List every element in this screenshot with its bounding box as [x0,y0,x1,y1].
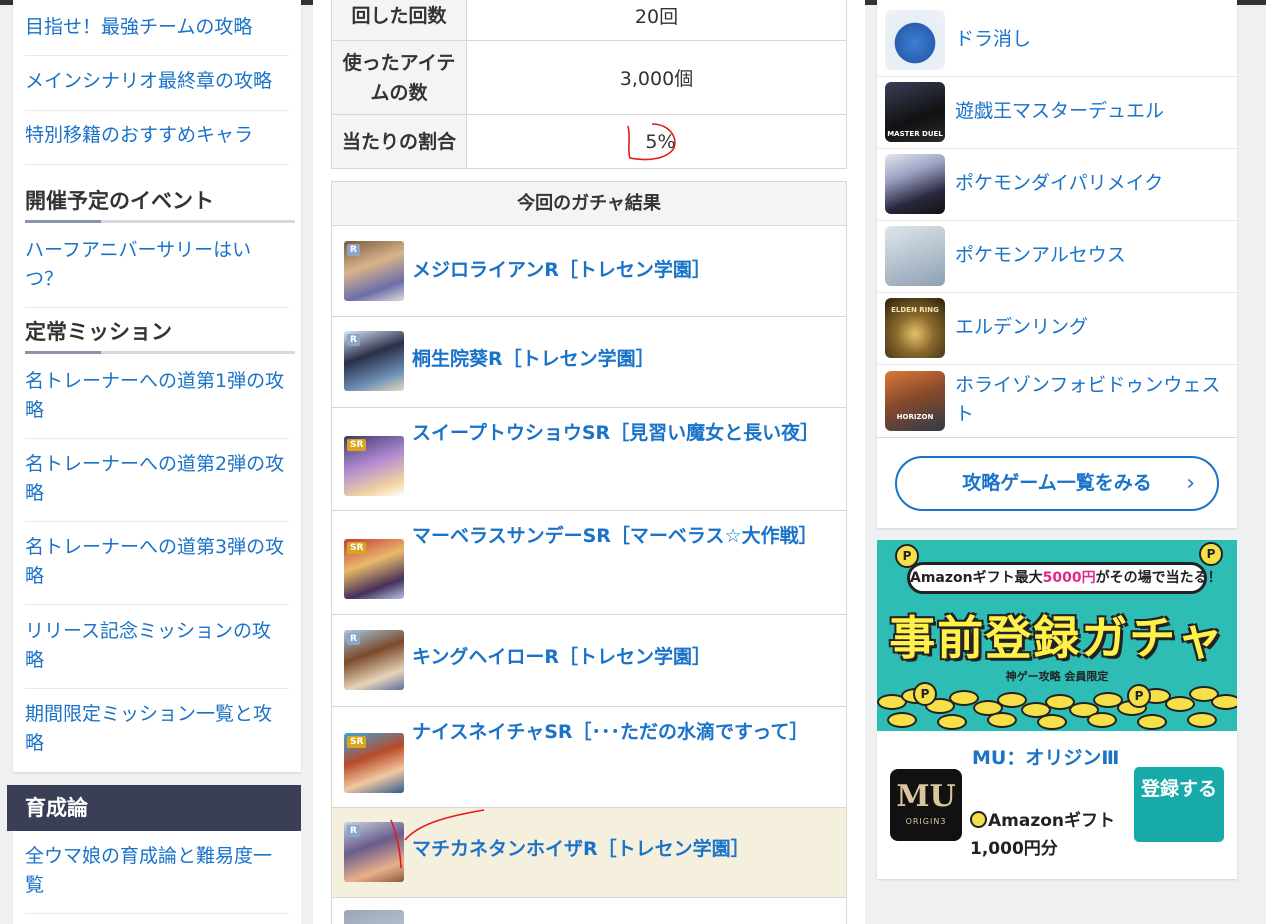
heading-underline [25,220,295,223]
events-heading-text: 開催予定のイベント [25,189,214,213]
stats-row: 回した回数 20回 [331,0,847,41]
section-title-bar: 育成論 [7,785,301,831]
gacha-result-row: SR ナイスネイチャSR［･･･ただの水滴ですって］ [332,707,846,808]
card-name-link[interactable]: 桐生院葵R［トレセン学園］ [412,344,822,374]
stats-label: 回した回数 [331,0,467,41]
sidebar-link[interactable]: 名トレーナーへの道第2弾の攻略 [25,450,289,522]
dialga-icon [885,154,945,214]
gacha-results-table: 今回のガチャ結果 R メジロライアンR［トレセン学園］ R 桐生院葵R［トレセン… [331,181,847,924]
stats-label: 使ったアイテムの数 [331,40,467,115]
gacha-result-row: R キングヘイローR［トレセン学園］ [332,615,846,707]
coin-icon [970,811,987,828]
coin-icon: P [895,544,919,568]
events-heading: 開催予定のイベント [25,186,295,223]
game-title-link[interactable]: ホライゾンフォビドゥンウェスト [955,371,1230,429]
game-title-link[interactable]: MU：オリジンⅢ [972,744,1132,773]
gacha-result-row: R 桐生院葵R［トレセン学園］ [332,317,846,408]
card-thumbnail: SR [344,436,404,496]
heading-underline [25,351,295,354]
card-thumbnail: R [344,630,404,690]
pre-registration-banner[interactable]: Amazonギフト最大5000円がその場で当たる！ 事前登録ガチャ 神ゲー攻略 … [877,540,1237,731]
gacha-result-row [332,898,846,924]
game-list-item[interactable]: MASTER DUEL 遊戯王マスターデュエル [877,77,1237,149]
gacha-result-row-highlighted: R マチカネタンホイザR［トレセン学園］ [332,808,846,898]
left-sidebar-section: 全ウマ娘の育成論と難易度一覧 [13,831,301,924]
banner-title: 事前登録ガチャ [889,611,1225,665]
stats-value: 5% [466,114,847,169]
card-name-link[interactable]: マーベラスサンデーSR［マーベラス☆大作戦］ [412,521,822,551]
game-list-item[interactable]: ドラ消し [877,5,1237,77]
stats-value: 20回 [466,0,847,41]
missions-heading-text: 定常ミッション [25,320,172,344]
game-title-link[interactable]: ドラ消し [955,25,1230,54]
sidebar-link[interactable]: 全ウマ娘の育成論と難易度一覧 [25,842,289,914]
stats-value: 3,000個 [466,40,847,115]
coin-pile-icon: P P [877,680,1237,731]
gacha-result-row: SR スイープトウショウSR［見習い魔女と長い夜］ [332,408,846,511]
sidebar-link[interactable]: 期間限定ミッション一覧と攻略 [25,700,289,762]
left-sidebar: 目指せ！最強チームの攻略 メインシナリオ最終章の攻略 特別移籍のおすすめキャラ … [13,0,301,772]
game-list-item[interactable]: ポケモンアルセウス [877,221,1237,293]
gacha-results-header: 今回のガチャ結果 [332,182,846,226]
sidebar-link[interactable]: 目指せ！最強チームの攻略 [25,13,289,56]
more-games-button[interactable]: 攻略ゲーム一覧をみる › [895,456,1219,511]
missions-heading: 定常ミッション [25,317,295,354]
stats-label: 当たりの割合 [331,114,467,169]
sidebar-link[interactable]: 名トレーナーへの道第3弾の攻略 [25,533,289,605]
chevron-right-icon: › [1186,471,1195,496]
banner-strip: Amazonギフト最大5000円がその場で当たる！ [907,562,1222,594]
more-games-label: 攻略ゲーム一覧をみる [962,472,1152,494]
game-title-link[interactable]: ポケモンダイパリメイク [955,169,1230,198]
game-title-link[interactable]: エルデンリング [955,313,1230,342]
gacha-result-row: R メジロライアンR［トレセン学園］ [332,227,846,317]
sidebar-link[interactable]: 特別移籍のおすすめキャラ [25,121,289,165]
game-list-item[interactable]: HORIZON ホライゾンフォビドゥンウェスト [877,365,1237,438]
sidebar-link[interactable]: 名トレーナーへの道第1弾の攻略 [25,367,289,439]
coin-icon: P [1199,542,1223,566]
sidebar-link[interactable]: メインシナリオ最終章の攻略 [25,67,289,111]
game-list-item[interactable]: ELDEN RING エルデンリング [877,293,1237,365]
gift-text: Amazonギフト1,000円分 [970,811,1116,859]
card-thumbnail: SR [344,733,404,793]
card-thumbnail [344,910,404,924]
master-duel-icon: MASTER DUEL [885,82,945,142]
sidebar-link[interactable]: ハーフアニバーサリーはいつ？ [25,236,289,308]
gacha-stats-table: 回した回数 20回 使ったアイテムの数 3,000個 当たりの割合 5% [331,0,847,169]
game-list-card: ドラ消し MASTER DUEL 遊戯王マスターデュエル ポケモンダイパリメイク… [877,0,1237,528]
card-thumbnail: R [344,241,404,301]
card-name-link[interactable]: キングヘイローR［トレセン学園］ [412,642,822,672]
sidebar-link[interactable]: リリース記念ミッションの攻略 [25,617,289,689]
pre-registration-card: MU ORIGIN3 MU：オリジンⅢ Amazonギフト1,000円分 登録す… [877,731,1237,879]
card-name-link[interactable]: スイープトウショウSR［見習い魔女と長い夜］ [412,418,822,448]
arceus-icon [885,226,945,286]
register-button[interactable]: 登録する [1134,767,1224,842]
gacha-result-row: SR マーベラスサンデーSR［マーベラス☆大作戦］ [332,511,846,615]
elden-ring-icon: ELDEN RING [885,298,945,358]
card-thumbnail: R [344,822,404,882]
game-title-link[interactable]: ポケモンアルセウス [955,241,1230,270]
card-name-link[interactable]: マチカネタンホイザR［トレセン学園］ [412,834,822,864]
mu-origin-icon: MU ORIGIN3 [890,769,962,841]
horizon-icon: HORIZON [885,371,945,431]
game-title-link[interactable]: 遊戯王マスターデュエル [955,97,1230,126]
stats-row: 使ったアイテムの数 3,000個 [331,40,847,115]
stats-row: 当たりの割合 5% [331,114,847,169]
card-name-link[interactable]: ナイスネイチャSR［･･･ただの水滴ですって］ [412,717,822,747]
card-thumbnail: R [344,331,404,391]
card-name-link[interactable]: メジロライアンR［トレセン学園］ [412,255,822,285]
game-list-item[interactable]: ポケモンダイパリメイク [877,149,1237,221]
slime-icon [885,10,945,70]
card-thumbnail: SR [344,539,404,599]
